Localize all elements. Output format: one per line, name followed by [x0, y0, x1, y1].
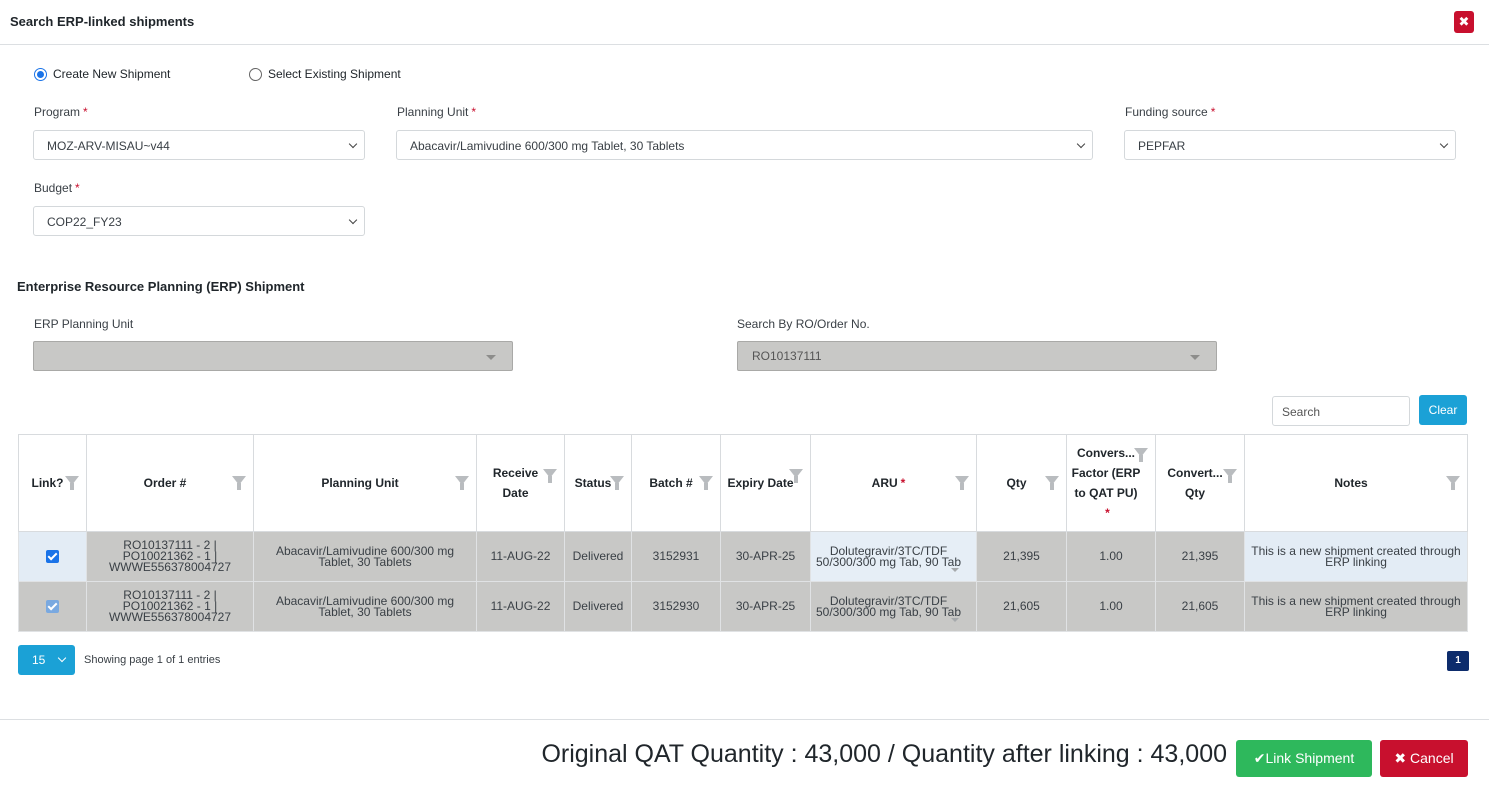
- modal-title: Search ERP-linked shipments: [10, 14, 195, 29]
- dropdown-arrow-icon: [951, 567, 959, 572]
- filter-icon[interactable]: [232, 476, 246, 490]
- close-icon: ✖: [1458, 14, 1470, 29]
- erp-planning-unit-select[interactable]: [33, 341, 513, 371]
- budget-select[interactable]: COP22_FY23: [33, 206, 365, 236]
- close-button[interactable]: ✖: [1454, 11, 1474, 33]
- funding-source-label: Funding source *: [1125, 105, 1216, 119]
- header-expiry-date[interactable]: Expiry Date: [720, 434, 811, 532]
- aru-cell[interactable]: Dolutegravir/3TC/TDF 50/300/300 mg Tab, …: [810, 581, 977, 632]
- conversion-factor-cell: 1.00: [1066, 531, 1156, 582]
- chevron-down-icon: [57, 653, 67, 663]
- chevron-down-icon: [1076, 139, 1086, 149]
- header-link[interactable]: Link?: [18, 434, 87, 532]
- header-planning-unit[interactable]: Planning Unit: [253, 434, 477, 532]
- page-button-1[interactable]: 1: [1447, 651, 1469, 671]
- header-receive-date[interactable]: Receive Date: [476, 434, 565, 532]
- cancel-button[interactable]: ✖ Cancel: [1380, 740, 1468, 777]
- notes-cell[interactable]: This is a new shipment created through E…: [1244, 531, 1468, 582]
- table-row[interactable]: RO10137111 - 2 | PO10021362 - 1 | WWWE55…: [18, 531, 1468, 582]
- filter-icon[interactable]: [955, 476, 969, 490]
- planning-unit-cell: Abacavir/Lamivudine 600/300 mg Tablet, 3…: [253, 581, 477, 632]
- converted-qty-cell: 21,395: [1155, 531, 1245, 582]
- footer-divider: [0, 719, 1489, 720]
- radio-label-existing: Select Existing Shipment: [268, 67, 401, 81]
- link-checkbox[interactable]: [46, 600, 59, 613]
- header-aru[interactable]: ARU *: [810, 434, 977, 532]
- radio-select-existing-shipment[interactable]: Select Existing Shipment: [249, 66, 401, 82]
- notes-cell: This is a new shipment created through E…: [1244, 581, 1468, 632]
- order-search-select[interactable]: RO10137111: [737, 341, 1217, 371]
- order-cell: RO10137111 - 2 | PO10021362 - 1 | WWWE55…: [86, 531, 254, 582]
- program-select[interactable]: MOZ-ARV-MISAU~v44: [33, 130, 365, 160]
- status-cell: Delivered: [564, 531, 632, 582]
- funding-source-select[interactable]: PEPFAR: [1124, 130, 1456, 160]
- erp-planning-unit-label: ERP Planning Unit: [34, 317, 134, 331]
- dropdown-arrow-icon: [951, 617, 959, 622]
- filter-icon[interactable]: [699, 476, 713, 490]
- planning-unit-label: Planning Unit *: [397, 105, 477, 119]
- radio-unselected-icon[interactable]: [249, 67, 262, 81]
- link-shipment-button[interactable]: ✔Link Shipment: [1236, 740, 1372, 777]
- header-conversion-factor[interactable]: Convers... Factor (ERP to QAT PU)*: [1066, 434, 1156, 532]
- filter-icon[interactable]: [65, 476, 79, 490]
- filter-icon[interactable]: [1446, 476, 1460, 490]
- close-icon: ✖: [1394, 750, 1407, 766]
- header-notes[interactable]: Notes: [1244, 434, 1468, 532]
- pagination-info: Showing page 1 of 1 entries: [84, 654, 221, 666]
- header-qty[interactable]: Qty: [976, 434, 1067, 532]
- expiry-date-cell: 30-APR-25: [720, 531, 811, 582]
- planning-unit-select[interactable]: Abacavir/Lamivudine 600/300 mg Tablet, 3…: [396, 130, 1093, 160]
- dropdown-arrow-icon: [486, 355, 496, 360]
- radio-create-new-shipment[interactable]: Create New Shipment: [34, 66, 170, 82]
- planning-unit-cell: Abacavir/Lamivudine 600/300 mg Tablet, 3…: [253, 531, 477, 582]
- receive-date-cell: 11-AUG-22: [476, 531, 565, 582]
- chevron-down-icon: [348, 139, 358, 149]
- dropdown-arrow-icon: [1190, 355, 1200, 360]
- qty-cell: 21,395: [976, 531, 1067, 582]
- filter-icon[interactable]: [1223, 469, 1237, 483]
- filter-icon[interactable]: [1045, 476, 1059, 490]
- check-icon: ✔: [1253, 750, 1266, 766]
- filter-icon[interactable]: [1134, 448, 1148, 462]
- link-cell[interactable]: [18, 581, 87, 632]
- filter-icon[interactable]: [789, 469, 803, 483]
- expiry-date-cell: 30-APR-25: [720, 581, 811, 632]
- receive-date-cell: 11-AUG-22: [476, 581, 565, 632]
- quantity-summary: Original QAT Quantity : 43,000 / Quantit…: [541, 740, 1227, 768]
- erp-section-title: Enterprise Resource Planning (ERP) Shipm…: [17, 279, 305, 294]
- clear-button[interactable]: Clear: [1419, 395, 1467, 425]
- chevron-down-icon: [348, 215, 358, 225]
- erp-shipments-table: Link? Order # Planning Unit Receive Date…: [18, 434, 1468, 632]
- filter-icon[interactable]: [610, 476, 624, 490]
- batch-cell: 3152930: [631, 581, 721, 632]
- header-converted-qty[interactable]: Convert... Qty: [1155, 434, 1245, 532]
- status-cell: Delivered: [564, 581, 632, 632]
- aru-cell[interactable]: Dolutegravir/3TC/TDF 50/300/300 mg Tab, …: [810, 531, 977, 582]
- modal-header: Search ERP-linked shipments ✖: [0, 0, 1489, 45]
- page-size-select[interactable]: 15: [18, 645, 75, 675]
- radio-selected-icon[interactable]: [34, 67, 47, 81]
- filter-icon[interactable]: [455, 476, 469, 490]
- table-row[interactable]: RO10137111 - 2 | PO10021362 - 1 | WWWE55…: [18, 581, 1468, 632]
- qty-cell: 21,605: [976, 581, 1067, 632]
- link-cell[interactable]: [18, 531, 87, 582]
- table-search-input[interactable]: Search: [1272, 396, 1410, 426]
- radio-label-create: Create New Shipment: [53, 67, 171, 81]
- link-checkbox[interactable]: [46, 550, 59, 563]
- header-status[interactable]: Status: [564, 434, 632, 532]
- filter-icon[interactable]: [543, 469, 557, 483]
- converted-qty-cell: 21,605: [1155, 581, 1245, 632]
- program-label: Program *: [34, 105, 88, 119]
- order-search-label: Search By RO/Order No.: [737, 317, 870, 331]
- chevron-down-icon: [1439, 139, 1449, 149]
- order-cell: RO10137111 - 2 | PO10021362 - 1 | WWWE55…: [86, 581, 254, 632]
- budget-label: Budget *: [34, 181, 80, 195]
- batch-cell: 3152931: [631, 531, 721, 582]
- header-batch[interactable]: Batch #: [631, 434, 721, 532]
- header-order[interactable]: Order #: [86, 434, 254, 532]
- conversion-factor-cell: 1.00: [1066, 581, 1156, 632]
